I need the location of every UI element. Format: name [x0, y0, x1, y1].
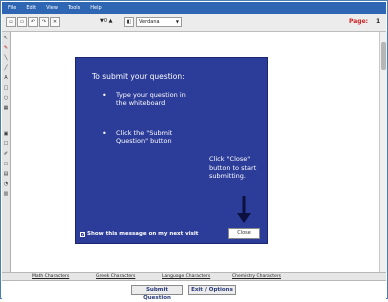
app-window: File Edit View Tools Help ▫ ▭ ↶ ↷ ✕ ▼0 ▲…: [0, 0, 388, 301]
submit-question-button[interactable]: Submit Question: [131, 285, 183, 301]
ruler-tool-icon[interactable]: ▤: [3, 171, 9, 178]
show-message-toggle[interactable]: ✓ Show this message on my next visit: [80, 231, 198, 237]
erase-icon[interactable]: ✕: [50, 17, 60, 27]
menu-bar: File Edit View Tools Help: [2, 2, 386, 14]
hand-tool-icon[interactable]: ☐: [3, 141, 9, 148]
vertical-scrollbar[interactable]: [379, 32, 387, 272]
color-icon[interactable]: ◧: [124, 17, 134, 27]
highlighter-tool-icon[interactable]: ╱: [3, 65, 9, 72]
page-label: Page:: [349, 18, 369, 25]
bullet-icon: •: [102, 91, 107, 100]
toolbar: ▫ ▭ ↶ ↷ ✕ ▼0 ▲ ◧ Verdana ▼ Page: 1: [2, 14, 386, 32]
close-button[interactable]: Close: [228, 228, 260, 239]
menu-file[interactable]: File: [8, 5, 16, 11]
image-tool-icon[interactable]: ▣: [3, 131, 9, 138]
arrow-down-icon: [237, 196, 251, 223]
open-icon[interactable]: ▭: [17, 17, 27, 27]
rectangle-tool-icon[interactable]: □: [3, 85, 9, 92]
dialog-title: To submit your question:: [92, 72, 185, 81]
new-page-icon[interactable]: ▫: [6, 17, 16, 27]
line-tool-icon[interactable]: ╲: [3, 55, 9, 62]
close-hint: Click "Close" button to start submitting…: [209, 155, 257, 180]
font-select-value: Verdana: [139, 19, 160, 25]
show-message-label: Show this message on my next visit: [87, 231, 199, 237]
graph-tool-icon[interactable]: ▥: [3, 191, 9, 198]
select-tool-icon[interactable]: ↖: [3, 35, 9, 42]
menu-view[interactable]: View: [46, 5, 58, 11]
bullet-icon: •: [102, 129, 107, 138]
eraser-tool-icon[interactable]: ▭: [3, 161, 9, 168]
protractor-tool-icon[interactable]: ◔: [3, 181, 9, 188]
ellipse-tool-icon[interactable]: ○: [3, 95, 9, 102]
show-message-checkbox[interactable]: ✓: [80, 231, 85, 237]
page-number: 1: [376, 18, 381, 25]
menu-tools[interactable]: Tools: [68, 5, 80, 11]
brush-tool-icon[interactable]: ✐: [3, 151, 9, 158]
exit-options-button[interactable]: Exit / Options: [188, 285, 236, 295]
text-tool-icon[interactable]: A: [3, 75, 9, 82]
tool-palette: ↖ ✎ ╲ ╱ A □ ○ ▦ ▣ ☐ ✐ ▭ ▤ ◔ ▥: [2, 32, 11, 272]
instruction-step-2: Click the "Submit Question" button: [116, 129, 173, 145]
chevron-down-icon: ▼: [175, 19, 179, 24]
grid-tool-icon[interactable]: ▦: [3, 105, 9, 112]
menu-help[interactable]: Help: [90, 5, 101, 11]
scrollbar-thumb[interactable]: [381, 42, 386, 70]
instruction-step-1: Type your question in the whiteboard: [116, 91, 186, 107]
undo-icon[interactable]: ↶: [28, 17, 38, 27]
menu-edit[interactable]: Edit: [26, 5, 36, 11]
zoom-control[interactable]: ▼0 ▲: [100, 18, 112, 24]
instructions-dialog: To submit your question: • Type your que…: [75, 57, 268, 244]
font-select[interactable]: Verdana ▼: [136, 17, 182, 27]
footer-bar: Submit Question Exit / Options: [2, 280, 386, 301]
pen-tool-icon[interactable]: ✎: [3, 45, 9, 52]
redo-icon[interactable]: ↷: [39, 17, 49, 27]
